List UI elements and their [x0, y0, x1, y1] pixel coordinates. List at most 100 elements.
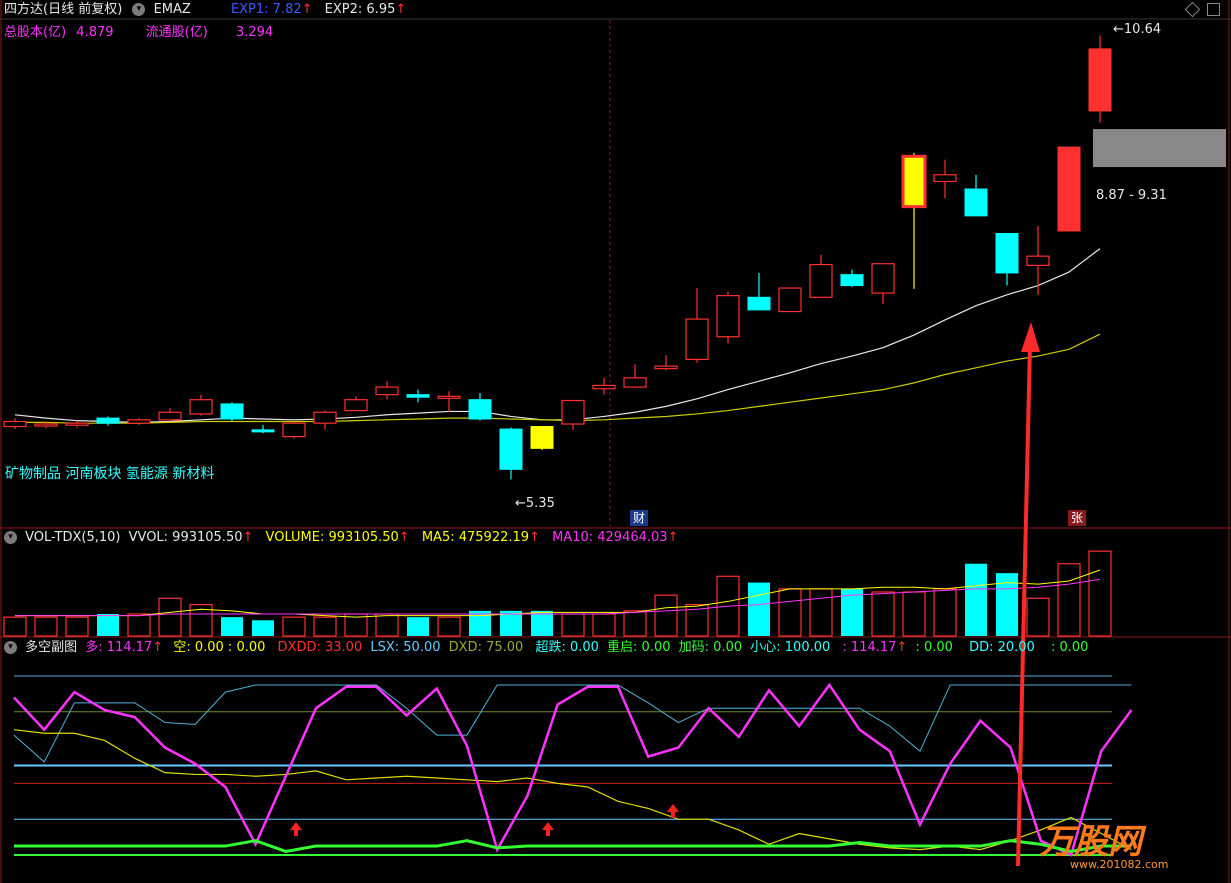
jiama-value: 加码: 0.00	[678, 640, 743, 655]
candle-body	[437, 395, 461, 399]
volume-bar	[531, 610, 553, 636]
finance-marker[interactable]: 财	[630, 510, 649, 526]
volume-value: VOLUME: 993105.50	[265, 530, 399, 545]
ma-line-yellow	[15, 333, 1101, 424]
ma5-value: MA5: 475922.19	[421, 530, 530, 545]
volume-bar	[127, 613, 151, 637]
candle-body	[220, 403, 244, 420]
volume-bar	[65, 616, 89, 637]
green-line	[14, 839, 1132, 853]
volume-bar	[561, 613, 585, 637]
candle-body	[933, 174, 957, 183]
high-price-label: ←10.64	[1113, 22, 1162, 37]
duo-value: 多: 114.17	[85, 640, 153, 655]
sub-title[interactable]: 多空副图	[25, 640, 77, 655]
buy-arrow-icon	[290, 822, 302, 836]
volume-bar	[1088, 550, 1112, 637]
price-range-box	[1093, 129, 1226, 168]
up-arrow-icon: ↑	[242, 530, 254, 545]
volume-bar	[252, 620, 274, 636]
up-arrow-icon: ↑	[152, 640, 164, 655]
candle-body	[499, 428, 523, 470]
up-arrow-icon: ↑	[529, 530, 540, 545]
duo-line	[13, 682, 1133, 857]
volume-bar	[469, 610, 491, 636]
watermark-brand: 万股网	[1040, 822, 1142, 862]
annotation-arrow-head	[1021, 322, 1040, 352]
candle-body	[964, 188, 988, 217]
chongqi-value: 重启: 0.00	[607, 640, 671, 655]
xiaoxin-value: 小心: 100.00	[750, 640, 831, 655]
lsx-value: LSX: 50.00	[370, 640, 441, 655]
v3-value: : 0.00	[1050, 640, 1089, 655]
candle-body	[282, 422, 306, 438]
buy-arrow-icon	[542, 822, 554, 836]
candle-body	[685, 318, 709, 360]
volume-bar	[654, 594, 678, 637]
candle-body	[809, 263, 833, 298]
candle-body	[561, 399, 585, 425]
chaodie-value: 超跌: 0.00	[535, 640, 599, 655]
dxdd-value: DXDD: 33.00	[277, 640, 363, 655]
volume-bar	[809, 588, 833, 637]
vol-title[interactable]: VOL-TDX(5,10)	[25, 530, 120, 545]
candle-body	[65, 422, 89, 426]
dropdown-icon[interactable]: ▾	[4, 531, 17, 544]
up-arrow-icon: ↑	[667, 530, 679, 545]
watermark-logo: 万股网	[1040, 814, 1142, 863]
candle-body	[530, 426, 554, 449]
rise-marker[interactable]: 张	[1068, 510, 1087, 526]
stock-chart[interactable]	[0, 0, 1231, 883]
candle-body	[840, 274, 864, 287]
candle-body	[716, 295, 740, 338]
v1-value: : 114.17	[842, 640, 897, 655]
volume-bar	[748, 582, 770, 636]
candle-body	[406, 394, 430, 398]
volume-bar	[1026, 597, 1050, 637]
candle-body	[34, 423, 58, 427]
candle-body	[1088, 48, 1112, 112]
candle-body	[1057, 146, 1081, 232]
price-range-label: 8.87 - 9.31	[1096, 188, 1167, 203]
volume-bar	[3, 616, 27, 637]
candle-body	[901, 154, 927, 209]
volume-bar	[871, 591, 895, 637]
vol-ma5-line	[15, 569, 1101, 618]
candle-body	[251, 429, 275, 433]
ma-line-white	[14, 248, 1101, 423]
vvol-value: VVOL: 993105.50	[128, 530, 243, 545]
candle-body	[995, 233, 1019, 274]
candle-body	[313, 411, 337, 424]
candle-body	[158, 411, 182, 421]
up-arrow-icon: ↑	[896, 640, 908, 655]
kong-value: 空: 0.00 : 0.00	[173, 640, 266, 655]
candle-body	[344, 399, 368, 412]
dropdown-icon[interactable]: ▾	[4, 641, 17, 654]
volume-bar	[221, 617, 243, 636]
volume-bar	[1057, 563, 1081, 637]
candle-body	[623, 377, 647, 388]
candle-body	[747, 296, 771, 311]
candle-body	[654, 365, 678, 370]
volume-header: ▾ VOL-TDX(5,10) VVOL: 993105.50↑ VOLUME:…	[4, 530, 678, 546]
candle-body	[592, 384, 616, 390]
dxd-value: DXD: 75.00	[448, 640, 524, 655]
dd-value: DD: 20.00	[969, 640, 1035, 655]
candle-body	[189, 399, 213, 415]
candle-body	[778, 287, 802, 313]
volume-bar	[282, 616, 306, 637]
volume-bar	[34, 616, 58, 637]
volume-bar	[158, 597, 182, 637]
candle-body	[871, 263, 895, 294]
watermark-url: www.201082.com	[1070, 858, 1169, 871]
up-arrow-icon: ↑	[398, 530, 410, 545]
candle-body	[1026, 255, 1050, 266]
low-price-label: ←5.35	[515, 496, 555, 511]
candle-body	[375, 386, 399, 396]
volume-bar	[313, 616, 337, 637]
concept-tags: 矿物制品 河南板块 氢能源 新材料	[5, 466, 215, 482]
candle-body	[3, 420, 27, 428]
vol-ma10-line	[15, 578, 1101, 617]
candle-body	[468, 399, 492, 420]
volume-bar	[965, 563, 987, 636]
